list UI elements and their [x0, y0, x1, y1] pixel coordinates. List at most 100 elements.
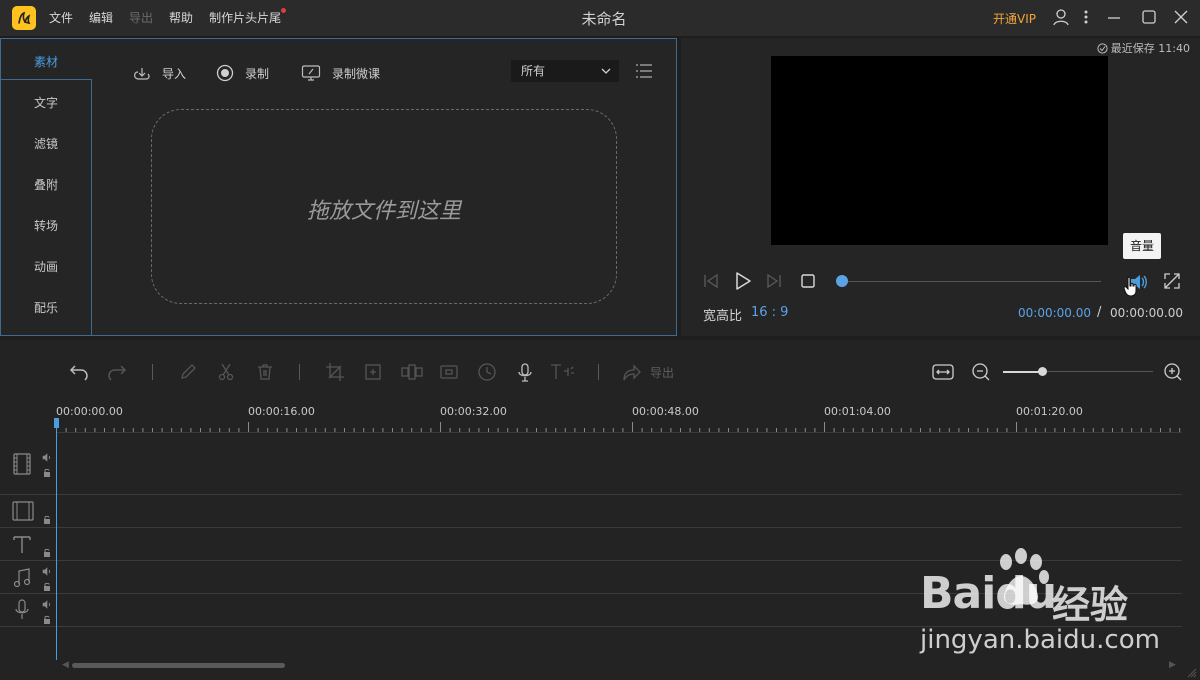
preview-panel: 最近保存 11:40 音量 宽高比 16 : 9 00:00:00.00 / 0… [681, 38, 1200, 336]
zoom-slider-fill[interactable] [1003, 371, 1043, 373]
ruler-label: 00:00:16.00 [248, 405, 315, 418]
text-track-icon [12, 534, 32, 557]
saved-check-icon [1097, 42, 1108, 54]
stop-icon[interactable] [800, 273, 816, 292]
drop-zone-text: 拖放文件到这里 [306, 199, 461, 224]
cursor-hand-icon [1123, 276, 1139, 301]
media-filter-value: 所有 [521, 64, 546, 78]
mute-toggle-icon[interactable] [42, 598, 52, 612]
music-track-icon [12, 567, 32, 592]
zoom-out-icon[interactable] [971, 362, 991, 385]
toolbar-divider [598, 364, 599, 380]
crop-icon[interactable] [325, 362, 345, 385]
track-divider [0, 527, 1182, 528]
scroll-left-icon[interactable]: ◀ [62, 660, 69, 670]
horizontal-scrollbar[interactable] [72, 663, 285, 668]
lock-icon[interactable] [42, 614, 52, 628]
playhead[interactable] [56, 420, 57, 660]
playback-progress-track[interactable] [843, 281, 1101, 282]
drop-zone[interactable]: 拖放文件到这里 [151, 109, 617, 304]
text-to-speech-icon[interactable] [549, 362, 577, 385]
tab-animations[interactable]: 动画 [1, 247, 91, 288]
import-icon [134, 68, 150, 80]
mute-toggle-icon[interactable] [42, 565, 52, 579]
fit-timeline-icon[interactable] [932, 363, 954, 384]
export-label[interactable]: 导出 [650, 364, 674, 381]
record-label: 录制 [245, 66, 270, 81]
import-button[interactable]: 导入 [133, 63, 186, 83]
title-bar: 文件 编辑 导出 帮助 制作片头片尾 未命名 开通VIP [0, 0, 1200, 36]
scroll-right-icon[interactable]: ▶ [1169, 660, 1176, 670]
screen-record-button[interactable]: 录制微课 [301, 63, 380, 83]
zoom-slider-knob[interactable] [1038, 367, 1047, 376]
total-time: 00:00:00.00 [1110, 306, 1183, 320]
tab-transitions[interactable]: 转场 [1, 206, 91, 247]
voice-track-icon [12, 599, 32, 624]
minimize-icon[interactable] [1106, 8, 1122, 29]
tab-media[interactable]: 素材 [1, 42, 91, 83]
watermark-url: jingyan.baidu.com [920, 625, 1160, 655]
current-time: 00:00:00.00 [1018, 306, 1091, 320]
timeline-ruler[interactable]: 00:00:00.00 00:00:16.00 00:00:32.00 00:0… [56, 402, 1182, 434]
user-icon[interactable] [1052, 8, 1070, 29]
play-icon[interactable] [733, 271, 753, 294]
maximize-icon[interactable] [1141, 8, 1157, 29]
more-icon[interactable] [1081, 8, 1091, 29]
media-sidebar: 素材 文字 滤镜 叠附 转场 动画 配乐 [1, 39, 92, 335]
watermark-brand: Baidu [920, 568, 1057, 619]
tab-filters[interactable]: 滤镜 [1, 124, 91, 165]
tab-text[interactable]: 文字 [1, 83, 91, 124]
next-frame-icon[interactable] [765, 273, 783, 292]
toolbar-divider [299, 364, 300, 380]
voiceover-icon[interactable] [515, 362, 535, 387]
cut-icon[interactable] [216, 362, 236, 385]
close-icon[interactable] [1173, 8, 1189, 29]
baidu-watermark: Baidu 经验 jingyan.baidu.com [920, 548, 1190, 658]
undo-icon[interactable] [68, 362, 90, 385]
media-filter-select[interactable]: 所有 [511, 60, 619, 82]
time-separator: / [1097, 305, 1102, 320]
lock-icon[interactable] [42, 467, 52, 481]
toolbar-divider [152, 364, 153, 380]
media-panel: 素材 文字 滤镜 叠附 转场 动画 配乐 导入 录制 录制微课 所有 拖放文件到… [0, 38, 677, 336]
record-icon [216, 64, 234, 82]
ruler-baseline [56, 432, 1182, 433]
ruler-label: 00:00:32.00 [440, 405, 507, 418]
mute-toggle-icon[interactable] [42, 451, 52, 465]
lock-icon[interactable] [42, 514, 52, 528]
previous-frame-icon[interactable] [702, 273, 720, 292]
video-track-icon [12, 453, 32, 478]
speed-icon[interactable] [477, 362, 497, 385]
video-preview[interactable] [771, 56, 1108, 245]
redo-icon[interactable] [106, 362, 128, 385]
delete-icon[interactable] [255, 362, 275, 385]
freeze-frame-icon[interactable] [439, 362, 459, 385]
tab-overlays[interactable]: 叠附 [1, 165, 91, 206]
record-button[interactable]: 录制 [216, 63, 269, 83]
ruler-label: 00:00:48.00 [632, 405, 699, 418]
resize-icon[interactable] [363, 362, 383, 385]
playback-progress-knob[interactable] [836, 275, 848, 287]
fullscreen-icon[interactable] [1163, 272, 1181, 293]
export-icon[interactable] [620, 362, 642, 385]
track-divider [0, 494, 1182, 495]
tab-music[interactable]: 配乐 [1, 288, 91, 329]
vip-button[interactable]: 开通VIP [993, 10, 1036, 27]
zoom-in-icon[interactable] [1163, 362, 1183, 385]
last-saved-text: 最近保存 11:40 [1110, 42, 1190, 55]
zoom-slider-track[interactable] [1043, 371, 1153, 372]
ruler-label: 00:01:04.00 [824, 405, 891, 418]
screen-record-label: 录制微课 [332, 66, 381, 81]
list-view-icon[interactable] [635, 64, 653, 81]
lock-icon[interactable] [42, 547, 52, 561]
screen-record-icon [301, 65, 321, 81]
lock-icon[interactable] [42, 581, 52, 595]
aspect-ratio-value[interactable]: 16 : 9 [751, 305, 788, 320]
edit-icon[interactable] [178, 362, 198, 385]
aspect-ratio-label: 宽高比 [703, 309, 743, 324]
save-status: 最近保存 11:40 [1097, 40, 1190, 56]
ruler-label: 00:00:00.00 [56, 405, 123, 418]
volume-tooltip: 音量 [1123, 233, 1162, 259]
mosaic-icon[interactable] [400, 362, 424, 385]
resize-grip-icon[interactable] [1187, 667, 1197, 680]
